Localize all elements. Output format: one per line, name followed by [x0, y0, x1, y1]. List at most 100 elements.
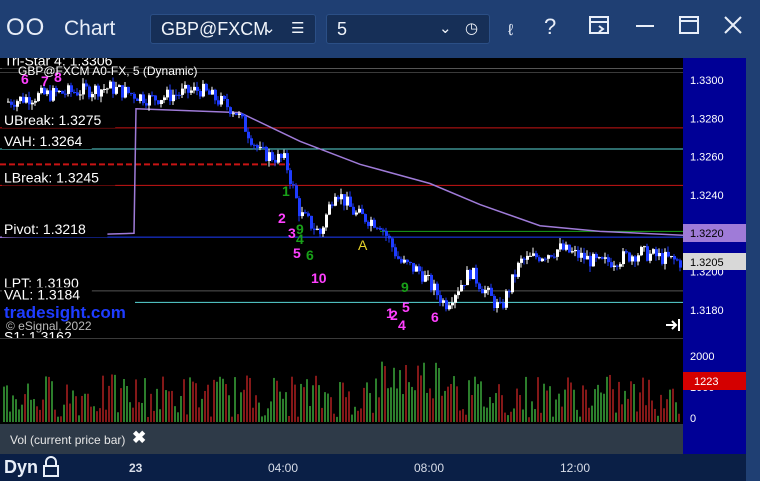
price-bar-body: [652, 249, 655, 254]
layout-icon[interactable]: [588, 14, 610, 42]
price-bar-body: [25, 97, 28, 103]
vol-tick: 2000: [690, 351, 714, 363]
price-bar-body: [163, 97, 166, 101]
price-bar-body: [469, 269, 472, 280]
price-bar-body: [619, 264, 622, 267]
price-bar-body: [247, 131, 250, 139]
price-bar-body: [487, 287, 490, 290]
price-bar-body: [49, 90, 52, 101]
dynamic-mode-label[interactable]: Dyn: [4, 457, 38, 478]
menu-icon[interactable]: ☰: [291, 15, 304, 43]
price-bar-body: [121, 85, 124, 98]
price-bar-body: [676, 259, 679, 261]
price-bar-body: [229, 107, 232, 115]
price-bar-body: [628, 252, 631, 262]
price-bar-body: [535, 253, 538, 258]
level-label: Pivot: 1.3218: [2, 221, 108, 238]
price-bar-body: [352, 206, 355, 215]
price-bar-body: [235, 113, 238, 115]
price-bar-body: [85, 83, 88, 87]
remove-study-icon[interactable]: ✖: [132, 428, 146, 448]
price-bar-body: [322, 227, 325, 234]
price-bar-body: [10, 101, 13, 105]
count-label: 6: [431, 309, 439, 325]
price-bar-body: [502, 302, 505, 308]
count-label: 10: [311, 270, 327, 286]
copyright: © eSignal, 2022: [6, 319, 92, 333]
svg-text:LBreak: 1.3245: LBreak: 1.3245: [4, 169, 99, 185]
price-bar-body: [106, 88, 109, 90]
price-bar-body: [430, 274, 433, 291]
price-bar-body: [646, 246, 649, 261]
price-tick: 1.3260: [690, 152, 724, 164]
price-bar-body: [400, 258, 403, 263]
price-chart[interactable]: Tri-Star 4: 1.3306UBreak: 1.3275VAH: 1.3…: [0, 58, 760, 338]
price-bar-body: [154, 95, 157, 101]
volume-chart[interactable]: 2000 1000 0 1223: [0, 338, 760, 424]
price-bar-body: [268, 152, 271, 162]
price-bar-body: [139, 94, 142, 102]
price-bar-body: [298, 198, 301, 217]
price-bar-body: [316, 228, 319, 230]
price-bar-body: [157, 100, 160, 105]
price-bar-body: [598, 257, 601, 259]
price-bar-body: [643, 246, 646, 248]
price-bar-body: [118, 85, 121, 87]
price-bar-body: [283, 153, 286, 158]
price-bar-body: [355, 212, 358, 215]
price-bar-body: [559, 243, 562, 250]
price-bar-body: [391, 238, 394, 248]
price-bar-body: [343, 194, 346, 206]
help-icon[interactable]: ?: [544, 14, 556, 40]
price-bar-body: [679, 260, 682, 268]
price-bar-body: [226, 98, 229, 108]
price-bar-body: [565, 244, 568, 250]
price-tick: 1.3180: [690, 305, 724, 317]
volume-tag-text: 1223: [694, 376, 718, 388]
price-bar-body: [244, 116, 247, 132]
pen-icon[interactable]: ℓ: [508, 22, 513, 40]
time-axis[interactable]: Dyn 23 04:00 08:00 12:00: [0, 454, 746, 481]
price-bar-body: [580, 252, 583, 258]
interval-input[interactable]: 5 ⌄ ◷: [326, 14, 490, 44]
volume-study-label: Vol (current price bar): [10, 433, 126, 447]
maximize-icon[interactable]: [678, 14, 700, 42]
price-bar-body: [658, 253, 661, 257]
symbol-input[interactable]: GBP@FXCM ⌄ ☰: [150, 14, 316, 44]
price-bar-body: [19, 96, 22, 102]
price-bar-body: [373, 219, 376, 228]
price-bar-body: [64, 93, 67, 95]
price-bar-body: [472, 267, 475, 280]
price-bar-body: [211, 89, 214, 95]
price-bar-body: [241, 113, 244, 117]
price-bar-body: [253, 144, 256, 146]
price-bar-body: [364, 214, 367, 222]
price-bar-body: [250, 138, 253, 145]
chevron-down-icon[interactable]: ⌄: [263, 15, 276, 43]
price-bar-body: [184, 84, 187, 89]
chevron-down-icon[interactable]: ⌄: [439, 15, 452, 43]
lock-icon[interactable]: [42, 456, 60, 481]
price-bar-body: [130, 92, 133, 94]
price-bar-body: [409, 261, 412, 263]
price-bar-body: [415, 266, 418, 272]
price-bar-body: [55, 88, 58, 93]
price-bar-body: [31, 102, 34, 105]
price-bar-body: [142, 94, 145, 104]
link-dots-icon[interactable]: OO: [6, 14, 45, 42]
price-bar-body: [277, 153, 280, 163]
price-bar-body: [457, 291, 460, 296]
price-bar-body: [73, 92, 76, 94]
price-bar-body: [484, 289, 487, 294]
minimize-icon[interactable]: [634, 14, 656, 42]
price-bar-body: [256, 145, 259, 148]
price-bar-body: [379, 228, 382, 230]
close-icon[interactable]: [722, 14, 744, 42]
clock-icon[interactable]: ◷: [465, 15, 478, 43]
price-bar-body: [439, 295, 442, 303]
price-bar-body: [301, 212, 304, 217]
time-tick: 04:00: [268, 461, 299, 475]
price-bar-body: [169, 89, 172, 102]
price-bar-body: [607, 257, 610, 263]
price-bar-body: [358, 208, 361, 213]
